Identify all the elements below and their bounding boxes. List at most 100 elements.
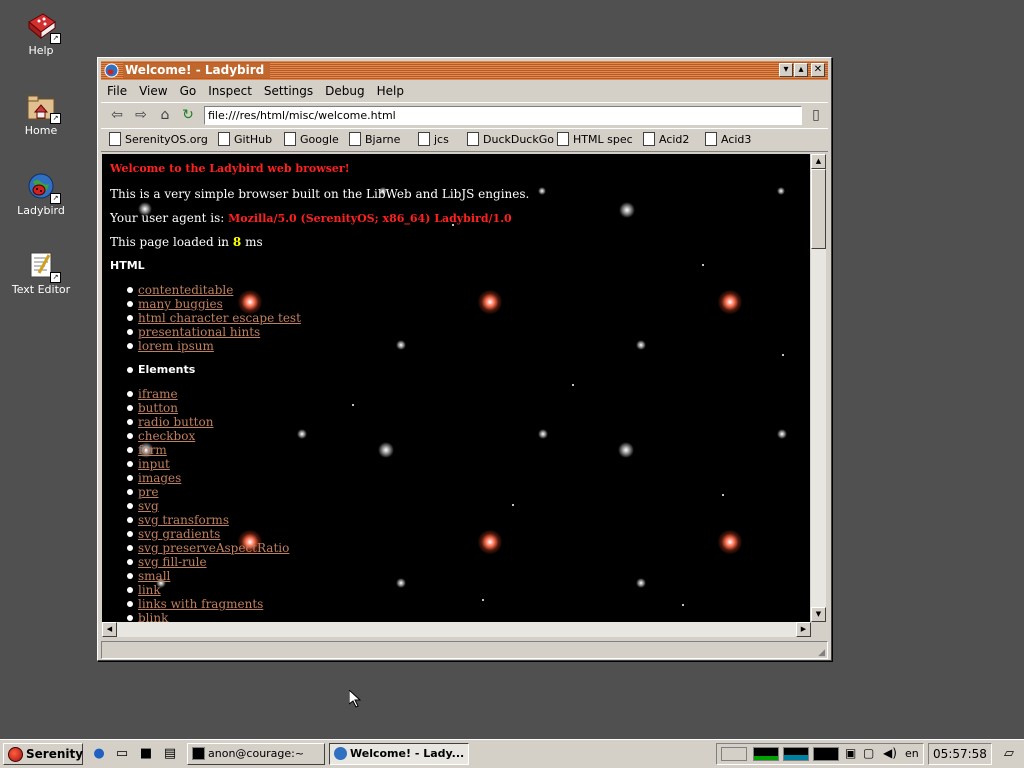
network-icon[interactable]: ▣	[845, 746, 856, 760]
menu-help[interactable]: Help	[371, 82, 410, 100]
list-item[interactable]: form	[127, 443, 167, 457]
url-input[interactable]: file:///res/html/misc/welcome.html	[204, 106, 802, 125]
list-item[interactable]: links with fragments	[127, 597, 263, 611]
close-button[interactable]: ✕	[811, 63, 825, 77]
bookmark-item[interactable]: SerenityOS.org	[109, 132, 208, 148]
taskbar-clock[interactable]: 05:57:58	[928, 743, 992, 765]
menu-inspect[interactable]: Inspect	[202, 82, 258, 100]
load-time-value: 8	[232, 235, 242, 249]
list-item[interactable]: small	[127, 569, 170, 583]
menu-file[interactable]: File	[101, 82, 133, 100]
vertical-scrollbar[interactable]: ▲ ▼	[811, 154, 826, 622]
network-graph-icon[interactable]	[813, 747, 839, 761]
system-tray: ▣ ▢ ◀) en	[716, 743, 924, 765]
quick-launch-terminal[interactable]: ■	[137, 745, 155, 763]
window-titlebar[interactable]: Welcome! - Ladybird ▾ ▴ ✕	[101, 61, 828, 80]
clipboard-icon[interactable]: ▢	[863, 746, 874, 760]
list-item[interactable]: contenteditable	[127, 283, 233, 297]
minimize-button[interactable]: ▾	[779, 63, 793, 77]
reload-button[interactable]: ↻	[178, 106, 198, 124]
quick-launch-file-manager[interactable]: ▭	[113, 745, 131, 763]
resize-grip-icon[interactable]: ◢	[818, 648, 825, 658]
list-item[interactable]: link	[127, 583, 161, 597]
window-title: Welcome! - Ladybird	[123, 63, 271, 78]
list-item[interactable]: presentational hints	[127, 325, 260, 339]
bookmark-item[interactable]: Google	[284, 132, 339, 148]
minimize-icon: ▾	[783, 64, 789, 75]
bookmark-item[interactable]: jcs	[418, 132, 449, 148]
list-item[interactable]: iframe	[127, 387, 178, 401]
ladybird-app-icon	[104, 63, 119, 78]
menu-view[interactable]: View	[133, 82, 173, 100]
bookmark-item[interactable]: HTML spec	[557, 132, 633, 148]
list-item[interactable]: many buggies	[127, 297, 223, 311]
list-item[interactable]: images	[127, 471, 181, 485]
notifications-button[interactable]: ▱	[1000, 745, 1018, 763]
quick-launch-browser[interactable]: ●	[90, 745, 108, 763]
list-item[interactable]: svg fill-rule	[127, 555, 207, 569]
task-browser[interactable]: Welcome! - Lady...	[329, 743, 469, 765]
list-item[interactable]: lorem ipsum	[127, 339, 214, 353]
desktop-icon-help[interactable]: ↗ Help	[0, 10, 82, 57]
menu-settings[interactable]: Settings	[258, 82, 319, 100]
bookmark-page-icon	[705, 132, 717, 146]
start-button[interactable]: Serenity	[3, 743, 83, 765]
bookmark-item[interactable]: GitHub	[218, 132, 272, 148]
status-bar: ◢	[101, 641, 828, 659]
browser-window[interactable]: Welcome! - Ladybird ▾ ▴ ✕ File View Go Insp…	[97, 57, 832, 661]
list-item[interactable]: svg gradients	[127, 527, 220, 541]
list-item[interactable]: checkbox	[127, 429, 195, 443]
terminal-icon	[192, 747, 205, 760]
forward-button[interactable]: ⇨	[131, 106, 151, 124]
workspace-switcher-icon[interactable]	[721, 747, 747, 761]
notification-icon: ▱	[1004, 746, 1014, 761]
task-terminal[interactable]: anon@courage:~	[187, 743, 325, 765]
bookmark-item[interactable]: Bjarne	[349, 132, 400, 148]
bookmark-item[interactable]: DuckDuckGo	[467, 132, 554, 148]
bookmark-item[interactable]: Acid3	[705, 132, 751, 148]
folder-icon: ▭	[115, 746, 129, 761]
back-arrow-icon: ⇦	[111, 107, 123, 123]
desktop-icon-home[interactable]: ↗ Home	[0, 90, 82, 137]
list-item[interactable]: input	[127, 457, 170, 471]
vertical-scroll-thumb[interactable]	[811, 169, 826, 249]
volume-icon[interactable]: ◀)	[883, 746, 897, 760]
scroll-left-button[interactable]: ◀	[102, 622, 117, 637]
desktop-icon-text-editor[interactable]: ↗ Text Editor	[0, 249, 82, 296]
home-button[interactable]: ⌂	[155, 106, 175, 124]
arrow-down-icon: ▼	[815, 610, 822, 618]
user-agent-value: Mozilla/5.0 (SerenityOS; x86_64) Ladybir…	[228, 212, 512, 225]
quick-launch-text-editor[interactable]: ▤	[161, 745, 179, 763]
scroll-down-button[interactable]: ▼	[811, 607, 826, 622]
scroll-right-button[interactable]: ▶	[796, 622, 811, 637]
cpu-graph-icon[interactable]	[753, 747, 779, 761]
maximize-button[interactable]: ▴	[794, 63, 808, 77]
arrow-left-icon: ◀	[106, 625, 113, 633]
list-item[interactable]: svg	[127, 499, 159, 513]
bookmark-item[interactable]: Acid2	[643, 132, 689, 148]
help-book-icon: ↗	[25, 10, 61, 44]
desktop-icon-ladybird[interactable]: ↗ Ladybird	[0, 170, 82, 217]
list-item[interactable]: pre	[127, 485, 159, 499]
menu-debug[interactable]: Debug	[319, 82, 370, 100]
bookmark-page-icon	[557, 132, 569, 146]
memory-graph-icon[interactable]	[783, 747, 809, 761]
back-button[interactable]: ⇦	[107, 106, 127, 124]
terminal-icon: ■	[139, 746, 153, 761]
list-item[interactable]: button	[127, 401, 178, 415]
menu-go[interactable]: Go	[174, 82, 203, 100]
list-item[interactable]: svg preserveAspectRatio	[127, 541, 289, 555]
bookmark-page-button[interactable]: ▯	[806, 106, 826, 124]
user-agent-label: Your user agent is:	[110, 211, 225, 225]
list-item[interactable]: html character escape test	[127, 311, 301, 325]
close-icon: ✕	[813, 64, 823, 75]
list-item[interactable]: svg transforms	[127, 513, 229, 527]
horizontal-scrollbar[interactable]: ◀ ▶	[102, 622, 811, 637]
globe-icon: ●	[93, 746, 105, 761]
ladybird-globe-icon: ↗	[25, 170, 61, 204]
list-item[interactable]: blink	[127, 611, 168, 622]
scroll-up-button[interactable]: ▲	[811, 154, 826, 169]
web-content[interactable]: Welcome to the Ladybird web browser! Thi…	[102, 154, 810, 622]
list-item[interactable]: radio button	[127, 415, 213, 429]
keyboard-layout-indicator[interactable]: en	[905, 747, 919, 760]
